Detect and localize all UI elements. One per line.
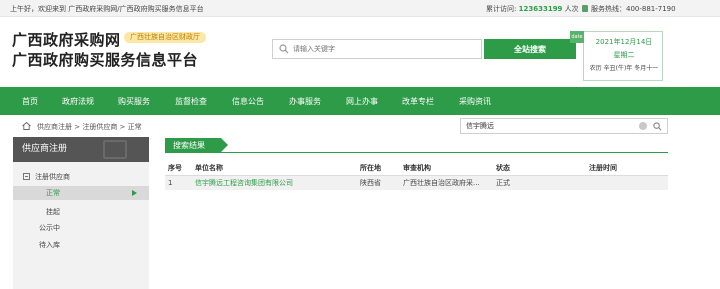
nav-item-supervision[interactable]: 监督检查	[175, 96, 207, 107]
visit-counter-value: 123633199	[518, 5, 563, 13]
nav-item-services[interactable]: 办事服务	[289, 96, 321, 107]
site-logo-title[interactable]: 广西政府采购网	[12, 29, 121, 50]
hotline: 服务热线：400-881-7190	[582, 4, 676, 14]
table-header-row: 序号 单位名称 所在地 审查机构 状态 注册时间	[165, 161, 668, 176]
cell-register-time	[586, 175, 668, 190]
collapse-icon[interactable]	[23, 173, 30, 180]
sidebar-item-normal[interactable]: 正常	[13, 186, 149, 200]
sidebar-item-label: 公示中	[39, 224, 60, 232]
site-search-button[interactable]: 全站搜索	[484, 39, 576, 59]
date-panel: date 2021年12月14日 星期二 农历 辛丑(牛)年 冬月十一	[570, 31, 663, 81]
sidebar-item-label: 挂起	[46, 208, 60, 216]
nav-item-home[interactable]: 首页	[22, 96, 38, 107]
nav-item-online[interactable]: 网上办事	[346, 96, 378, 107]
cell-location: 陕西省	[357, 175, 400, 190]
supplier-search-input[interactable]	[466, 120, 636, 132]
site-search-input[interactable]	[293, 42, 478, 56]
nav-item-news[interactable]: 采购资讯	[459, 96, 491, 107]
clear-icon[interactable]	[639, 122, 647, 130]
sidebar-item-suspended[interactable]: 挂起	[13, 205, 149, 219]
results-tab[interactable]: 搜索结果	[165, 138, 228, 153]
current-date: 2021年12月14日	[595, 38, 653, 46]
breadcrumb: 供应商注册 > 注册供应商 > 正常	[22, 122, 142, 132]
top-bar: 上午好，欢迎来到 广西政府采购网/广西政府购买服务信息平台 累计访问: 1236…	[0, 0, 720, 17]
site-logo-subtitle[interactable]: 广西政府购买服务信息平台	[12, 49, 198, 70]
header: 广西政府采购网 广西壮族自治区财政厅 广西政府购买服务信息平台 全站搜索 dat…	[0, 17, 720, 87]
results-header: 搜索结果	[165, 138, 668, 153]
site-search-box	[272, 39, 482, 59]
sidebar-header: 供应商注册	[13, 137, 149, 162]
sidebar-item-label: 正常	[46, 189, 60, 197]
home-icon[interactable]	[22, 122, 31, 130]
visit-counter: 累计访问: 123633199 人次	[486, 4, 579, 14]
sidebar: 供应商注册 注册供应商 正常 挂起 公示中 待入库	[13, 137, 149, 289]
hotline-text: 服务热线：400-881-7190	[591, 5, 676, 13]
search-icon	[279, 44, 289, 54]
sidebar-group[interactable]: 注册供应商	[23, 172, 70, 182]
results-table: 序号 单位名称 所在地 审查机构 状态 注册时间 1 信宇腾远工程咨询集团有限公…	[165, 161, 668, 190]
visit-counter-label: 累计访问:	[486, 5, 517, 13]
col-header-reviewer: 审查机构	[400, 161, 493, 176]
nav-item-regulations[interactable]: 政府法规	[62, 96, 94, 107]
search-icon[interactable]	[653, 122, 662, 131]
nav-item-announcements[interactable]: 信息公告	[232, 96, 264, 107]
col-header-location: 所在地	[357, 161, 400, 176]
welcome-text: 上午好，欢迎来到 广西政府采购网/广西政府购买服务信息平台	[10, 5, 204, 13]
cell-index: 1	[165, 175, 192, 190]
sidebar-item-publicizing[interactable]: 公示中	[13, 221, 149, 235]
sidebar-item-label: 待入库	[39, 241, 60, 249]
date-tag: date	[570, 31, 584, 43]
cell-status: 正式	[493, 175, 586, 190]
current-weekday: 星期二	[613, 51, 635, 59]
cell-company-link[interactable]: 信宇腾远工程咨询集团有限公司	[192, 175, 357, 190]
breadcrumb-path[interactable]: 供应商注册 > 注册供应商 > 正常	[37, 123, 142, 131]
lunar-date: 农历 辛丑(牛)年 冬月十一	[589, 65, 659, 72]
sidebar-title: 供应商注册	[22, 144, 68, 154]
arrow-right-icon	[132, 190, 137, 196]
cell-reviewer: 广西壮族自治区政府采...	[400, 175, 493, 190]
col-header-register-time: 注册时间	[586, 161, 668, 176]
supplier-search-box	[460, 118, 668, 134]
col-header-status: 状态	[493, 161, 586, 176]
col-header-index: 序号	[165, 161, 192, 176]
nav-item-reform[interactable]: 改革专栏	[402, 96, 434, 107]
sidebar-group-label: 注册供应商	[35, 173, 70, 181]
department-badge: 广西壮族自治区财政厅	[124, 32, 206, 43]
nav-item-purchase-services[interactable]: 购买服务	[118, 96, 150, 107]
main-nav: 首页 政府法规 购买服务 监督检查 信息公告 办事服务 网上办事 改革专栏 采购…	[0, 87, 720, 115]
table-row[interactable]: 1 信宇腾远工程咨询集团有限公司 陕西省 广西壮族自治区政府采... 正式	[165, 175, 668, 190]
clipboard-icon	[103, 140, 127, 159]
phone-icon	[582, 5, 588, 12]
sidebar-item-pending[interactable]: 待入库	[13, 238, 149, 252]
visit-counter-unit: 人次	[564, 5, 579, 13]
col-header-company: 单位名称	[192, 161, 357, 176]
